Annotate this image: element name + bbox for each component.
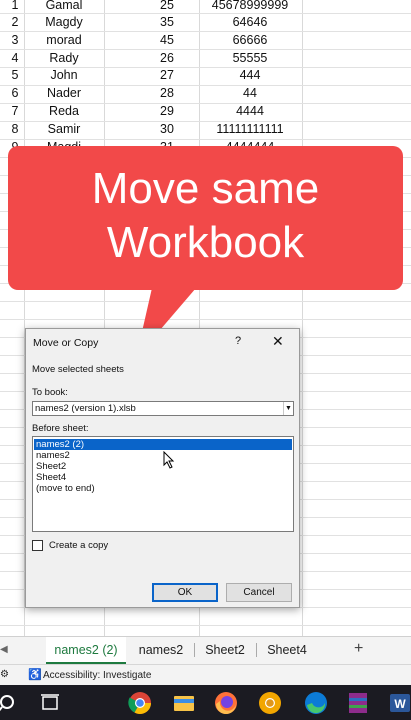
- cell-mode-icon: ⚙: [0, 669, 9, 680]
- table-row[interactable]: 5 John 27 444: [0, 67, 411, 85]
- table-row[interactable]: 4 Rady 26 55555: [0, 50, 411, 68]
- cell-age[interactable]: 45: [132, 33, 202, 47]
- list-item[interactable]: names2 (2): [34, 439, 292, 450]
- tab-names2-2[interactable]: names2 (2): [46, 637, 126, 664]
- cell-name[interactable]: John: [24, 68, 104, 82]
- list-item[interactable]: (move to end): [34, 483, 292, 494]
- tab-sheet4[interactable]: Sheet4: [260, 637, 314, 664]
- cell-phone[interactable]: 45678999999: [195, 0, 305, 12]
- table-row[interactable]: 8 Samir 30 11111111111: [0, 121, 411, 139]
- add-sheet-button[interactable]: +: [354, 640, 363, 658]
- accessibility-icon[interactable]: ♿: [28, 668, 42, 681]
- cell-age[interactable]: 29: [132, 104, 202, 118]
- before-sheet-label: Before sheet:: [32, 423, 89, 434]
- cell-age[interactable]: 25: [132, 0, 202, 12]
- cell-age[interactable]: 28: [132, 86, 202, 100]
- create-copy-label[interactable]: Create a copy: [49, 540, 108, 551]
- callout-line-2: Workbook: [106, 218, 305, 267]
- word-icon[interactable]: W: [388, 691, 411, 715]
- sheet-tab-bar: ◀ names2 (2) names2 Sheet2 Sheet4 +: [0, 636, 411, 664]
- chrome-canary-icon[interactable]: [258, 691, 282, 715]
- svg-text:W: W: [394, 697, 406, 711]
- ok-button[interactable]: OK: [152, 583, 218, 602]
- cell-phone[interactable]: 55555: [195, 51, 305, 65]
- before-sheet-listbox[interactable]: names2 (2) names2 Sheet2 Sheet4 (move to…: [32, 436, 294, 532]
- help-button[interactable]: ?: [235, 335, 241, 347]
- chevron-down-icon[interactable]: ▼: [283, 402, 293, 415]
- create-copy-checkbox[interactable]: [32, 540, 43, 551]
- callout-line-1: Move same: [91, 164, 320, 213]
- callout-text: Move same Workbook: [8, 162, 403, 270]
- task-view-icon[interactable]: [38, 691, 62, 715]
- cell-phone[interactable]: 64646: [195, 15, 305, 29]
- close-icon[interactable]: ✕: [272, 333, 284, 350]
- tab-separator: [194, 643, 195, 657]
- file-explorer-icon[interactable]: [172, 691, 196, 715]
- move-or-copy-dialog[interactable]: Move or Copy ? ✕ Move selected sheets To…: [25, 328, 300, 608]
- search-icon[interactable]: [0, 691, 20, 715]
- cell-phone[interactable]: 4444: [195, 104, 305, 118]
- cancel-button[interactable]: Cancel: [226, 583, 292, 602]
- taskbar: W: [0, 685, 411, 720]
- grid-row-line: [0, 301, 411, 302]
- cell-name[interactable]: Magdy: [24, 15, 104, 29]
- firefox-icon[interactable]: [214, 691, 238, 715]
- grid-row-line: [0, 625, 411, 626]
- dialog-title: Move or Copy: [33, 337, 99, 349]
- table-row[interactable]: 3 morad 45 66666: [0, 32, 411, 50]
- to-book-value: names2 (version 1).xlsb: [35, 403, 136, 414]
- cell-phone[interactable]: 444: [195, 68, 305, 82]
- cell-name[interactable]: Samir: [24, 122, 104, 136]
- cell-age[interactable]: 27: [132, 68, 202, 82]
- cell-name[interactable]: Gamal: [24, 0, 104, 12]
- table-row[interactable]: 7 Reda 29 4444: [0, 103, 411, 121]
- dialog-subtitle: Move selected sheets: [32, 364, 124, 375]
- winrar-icon[interactable]: [346, 691, 370, 715]
- mouse-cursor-icon: [163, 451, 175, 469]
- grid-row-line: [0, 319, 411, 320]
- chrome-icon[interactable]: [128, 691, 152, 715]
- cell-age[interactable]: 35: [132, 15, 202, 29]
- tab-names2[interactable]: names2: [132, 637, 190, 664]
- table-row[interactable]: 6 Nader 28 44: [0, 85, 411, 103]
- to-book-label: To book:: [32, 387, 68, 398]
- cell-name[interactable]: Nader: [24, 86, 104, 100]
- cell-name[interactable]: Rady: [24, 51, 104, 65]
- edge-icon[interactable]: [304, 691, 328, 715]
- cell-age[interactable]: 30: [132, 122, 202, 136]
- scroll-tabs-left-icon[interactable]: ◀: [0, 644, 8, 655]
- cell-phone[interactable]: 44: [195, 86, 305, 100]
- cell-phone[interactable]: 66666: [195, 33, 305, 47]
- cell-phone[interactable]: 11111111111: [195, 122, 305, 136]
- tab-separator: [256, 643, 257, 657]
- to-book-dropdown[interactable]: names2 (version 1).xlsb ▼: [32, 401, 294, 416]
- status-bar: ⚙ ♿ Accessibility: Investigate: [0, 664, 411, 685]
- table-row[interactable]: 1 Gamal 25 45678999999: [0, 0, 411, 15]
- cell-age[interactable]: 26: [132, 51, 202, 65]
- accessibility-status[interactable]: Accessibility: Investigate: [43, 670, 151, 681]
- cell-name[interactable]: morad: [24, 33, 104, 47]
- list-item[interactable]: Sheet4: [34, 472, 292, 483]
- tab-sheet2[interactable]: Sheet2: [198, 637, 252, 664]
- table-row[interactable]: 2 Magdy 35 64646: [0, 14, 411, 32]
- cell-name[interactable]: Reda: [24, 104, 104, 118]
